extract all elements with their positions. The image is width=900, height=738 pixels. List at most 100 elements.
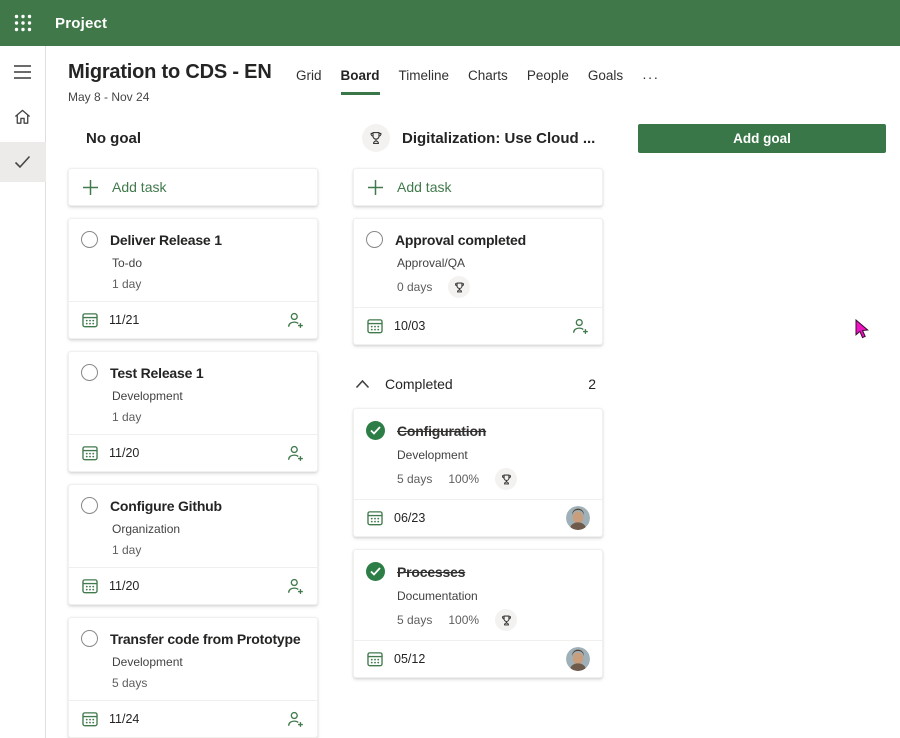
project-date-range: May 8 - Nov 24	[68, 90, 272, 104]
add-goal-button[interactable]: Add goal	[638, 124, 886, 153]
checkmark-icon	[14, 155, 31, 169]
column-digitalization-goal: Add task Approval completed Approval/QA …	[353, 168, 603, 738]
waffle-icon	[14, 14, 32, 32]
task-due-date: 11/20	[109, 579, 139, 593]
avatar-photo	[566, 647, 590, 671]
person-add-icon	[571, 317, 590, 336]
tab-charts[interactable]: Charts	[468, 68, 508, 92]
more-tabs-button[interactable]: ···	[642, 68, 659, 85]
trophy-icon	[368, 130, 384, 146]
task-due-date: 11/24	[109, 712, 139, 726]
board-header-row: No goal Digitalization: Use C	[46, 124, 900, 154]
add-task-button[interactable]: Add task	[68, 168, 318, 206]
task-due-date: 10/03	[394, 319, 425, 333]
trophy-icon	[500, 614, 513, 627]
column-header-no-goal[interactable]: No goal	[86, 130, 141, 147]
goal-chip	[495, 609, 517, 631]
task-checkbox[interactable]	[81, 497, 98, 514]
chevron-up-icon	[355, 379, 370, 389]
assign-person-button[interactable]	[286, 577, 305, 596]
column-header-goal[interactable]: Digitalization: Use Cloud ...	[362, 124, 595, 152]
task-card[interactable]: Transfer code from Prototype Development…	[68, 617, 318, 738]
assign-person-button[interactable]	[571, 317, 590, 336]
nav-menu-button[interactable]	[0, 54, 46, 90]
task-bucket: Organization	[112, 522, 305, 536]
task-card[interactable]: Deliver Release 1 To-do 1 day 11/21	[68, 218, 318, 339]
task-title: Processes	[397, 564, 465, 580]
calendar-icon	[366, 650, 384, 668]
task-checkbox-completed[interactable]	[366, 421, 385, 440]
add-task-button[interactable]: Add task	[353, 168, 603, 206]
task-bucket: Development	[112, 389, 305, 403]
person-add-icon	[286, 577, 305, 596]
tab-goals[interactable]: Goals	[588, 68, 623, 92]
nav-home-button[interactable]	[0, 98, 46, 134]
task-bucket: Development	[397, 448, 590, 462]
task-title: Configure Github	[110, 498, 222, 514]
board-columns: Add task Deliver Release 1 To-do 1 day	[68, 168, 900, 738]
hamburger-icon	[13, 64, 32, 80]
assign-person-button[interactable]	[286, 444, 305, 463]
add-task-label: Add task	[112, 179, 166, 195]
task-checkbox[interactable]	[366, 231, 383, 248]
assignee-avatar[interactable]	[566, 506, 590, 530]
task-duration: 0 days	[397, 280, 432, 294]
calendar-icon	[81, 311, 99, 329]
avatar-photo	[566, 506, 590, 530]
completed-label: Completed	[385, 376, 453, 392]
completed-task-card[interactable]: Configuration Development 5 days 100%	[353, 408, 603, 537]
task-checkbox[interactable]	[81, 630, 98, 647]
assignee-avatar[interactable]	[566, 647, 590, 671]
task-due-date: 05/12	[394, 652, 425, 666]
calendar-icon	[366, 509, 384, 527]
goal-trophy-badge	[362, 124, 390, 152]
task-percent-complete: 100%	[448, 613, 479, 627]
collapse-completed-button[interactable]	[355, 379, 370, 389]
person-add-icon	[286, 311, 305, 330]
task-duration: 1 day	[112, 543, 141, 557]
task-due-date: 11/20	[109, 446, 139, 460]
calendar-icon	[366, 317, 384, 335]
main-content: Migration to CDS - EN May 8 - Nov 24 Gri…	[46, 46, 900, 738]
task-bucket: To-do	[112, 256, 305, 270]
assign-person-button[interactable]	[286, 710, 305, 729]
task-bucket: Development	[112, 655, 305, 669]
task-duration: 5 days	[397, 472, 432, 486]
project-board-page: Project Migration to CDS - EN May 8 - No…	[0, 0, 900, 738]
nav-tasks-button-selected[interactable]	[0, 142, 46, 182]
task-title: Configuration	[397, 423, 486, 439]
assign-person-button[interactable]	[286, 311, 305, 330]
task-card[interactable]: Test Release 1 Development 1 day 11/20	[68, 351, 318, 472]
tab-grid[interactable]: Grid	[296, 68, 322, 92]
project-header: Migration to CDS - EN May 8 - Nov 24	[68, 61, 272, 104]
plus-icon	[82, 179, 99, 196]
task-title: Transfer code from Prototype	[110, 631, 300, 647]
check-icon	[370, 426, 381, 435]
app-name[interactable]: Project	[55, 15, 107, 32]
tab-timeline[interactable]: Timeline	[399, 68, 450, 92]
task-checkbox[interactable]	[81, 231, 98, 248]
task-checkbox[interactable]	[81, 364, 98, 381]
tab-board[interactable]: Board	[341, 68, 380, 95]
task-percent-complete: 100%	[448, 472, 479, 486]
completed-count: 2	[588, 376, 601, 392]
completed-task-card[interactable]: Processes Documentation 5 days 100%	[353, 549, 603, 678]
task-checkbox-completed[interactable]	[366, 562, 385, 581]
plus-icon	[367, 179, 384, 196]
task-card[interactable]: Configure Github Organization 1 day 11/2…	[68, 484, 318, 605]
person-add-icon	[286, 444, 305, 463]
app-launcher-waffle-icon[interactable]	[0, 0, 46, 46]
tab-people[interactable]: People	[527, 68, 569, 92]
task-duration: 1 day	[112, 277, 141, 291]
check-icon	[370, 567, 381, 576]
calendar-icon	[81, 577, 99, 595]
completed-section-header: Completed 2	[355, 372, 601, 396]
left-navigation-rail	[0, 46, 46, 738]
task-title: Approval completed	[395, 232, 526, 248]
goal-chip	[448, 276, 470, 298]
person-add-icon	[286, 710, 305, 729]
task-card[interactable]: Approval completed Approval/QA 0 days	[353, 218, 603, 345]
task-bucket: Documentation	[397, 589, 590, 603]
task-duration: 5 days	[397, 613, 432, 627]
goal-column-title: Digitalization: Use Cloud ...	[402, 130, 595, 147]
